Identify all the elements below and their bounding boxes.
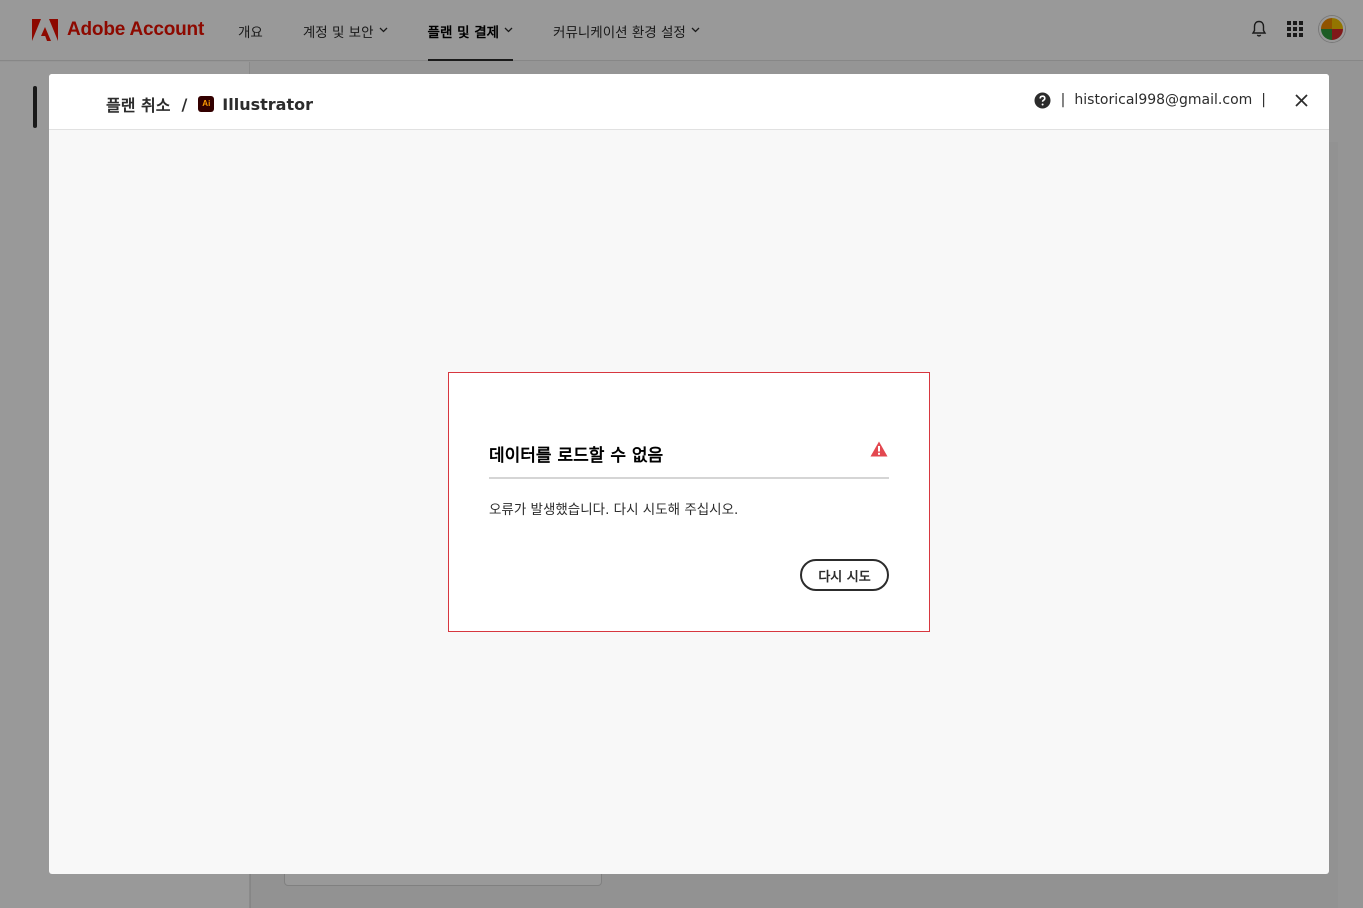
- error-divider: [489, 477, 889, 479]
- retry-button[interactable]: 다시 시도: [800, 559, 889, 591]
- close-icon[interactable]: [1293, 92, 1309, 108]
- error-title: 데이터를 로드할 수 없음: [489, 446, 664, 466]
- account-email: historical998@gmail.com: [1074, 92, 1253, 108]
- error-card: 데이터를 로드할 수 없음 오류가 발생했습니다. 다시 시도해 주십시오. 다…: [448, 372, 930, 632]
- illustrator-app-icon: Ai: [198, 96, 215, 112]
- breadcrumb-parent: 플랜 취소: [106, 96, 171, 115]
- header-separator: |: [1060, 92, 1066, 108]
- breadcrumb-separator: /: [181, 94, 188, 114]
- warning-icon: [870, 441, 888, 459]
- breadcrumb: 플랜 취소 / Ai Illustrator: [106, 92, 313, 116]
- header-right: | historical998@gmail.com |: [1034, 91, 1309, 109]
- help-icon[interactable]: [1034, 91, 1052, 109]
- modal-header: 플랜 취소 / Ai Illustrator | historical998@g…: [49, 74, 1329, 130]
- cancel-plan-modal: 플랜 취소 / Ai Illustrator | historical998@g…: [49, 74, 1329, 874]
- breadcrumb-current: Illustrator: [222, 94, 313, 114]
- error-message: 오류가 발생했습니다. 다시 시도해 주십시오.: [489, 502, 739, 518]
- header-separator: |: [1261, 92, 1266, 108]
- illustrator-app-icon-text: Ai: [202, 99, 211, 108]
